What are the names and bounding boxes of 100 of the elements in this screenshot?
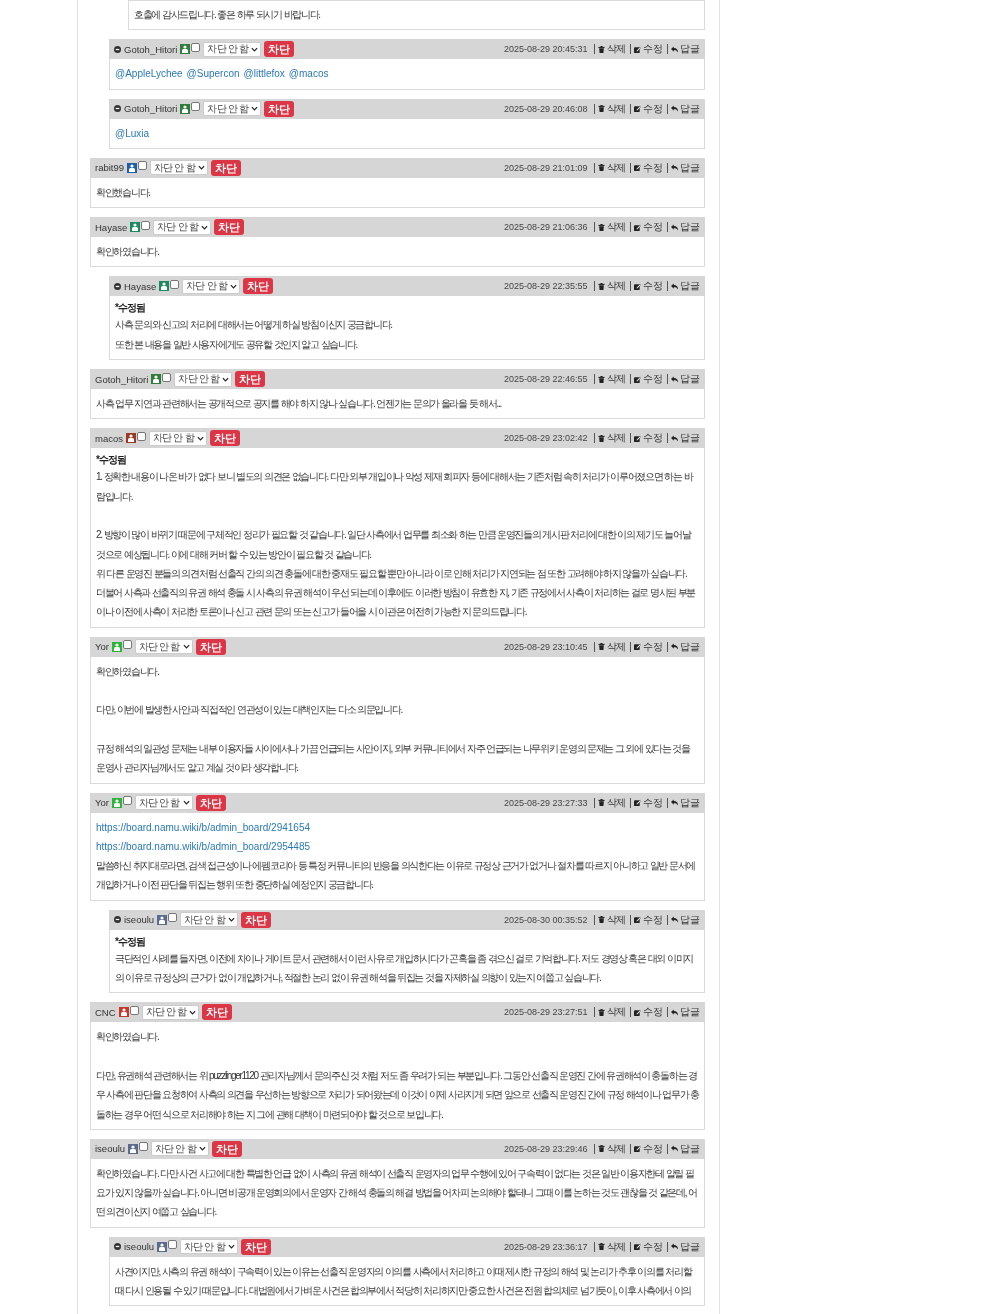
reply-button[interactable]: 답글 <box>667 1143 701 1154</box>
block-select[interactable]: 차단 안 함 <box>182 279 240 294</box>
checkbox[interactable] <box>137 431 146 441</box>
mention-link[interactable]: @Supercon <box>186 64 240 84</box>
delete-button[interactable]: 삭제 <box>593 103 628 114</box>
mention-link[interactable]: @AppleLychee <box>115 64 183 84</box>
edit-button[interactable]: 수정 <box>630 103 665 114</box>
edit-button[interactable]: 수정 <box>630 222 665 233</box>
delete-button[interactable]: 삭제 <box>593 433 628 444</box>
username[interactable]: iseoulu <box>124 914 155 926</box>
edit-button[interactable]: 수정 <box>630 162 665 173</box>
reply-button[interactable]: 답글 <box>667 281 701 292</box>
edit-button[interactable]: 수정 <box>630 797 665 808</box>
block-button[interactable]: 차단 <box>209 430 240 447</box>
block-select[interactable]: 차단 안 함 <box>180 1239 238 1255</box>
edit-button[interactable]: 수정 <box>630 1007 665 1018</box>
block-button[interactable]: 차단 <box>240 1238 271 1255</box>
block-button[interactable]: 차단 <box>195 638 226 655</box>
block-button[interactable]: 차단 <box>210 159 241 176</box>
username[interactable]: Gotoh_Hitori <box>124 43 178 55</box>
checkbox[interactable] <box>138 161 148 171</box>
block-button[interactable]: 차단 <box>240 911 271 928</box>
block-select[interactable]: 차단 안 함 <box>203 41 262 57</box>
edit-button[interactable]: 수정 <box>630 641 665 652</box>
checkbox[interactable] <box>168 1240 178 1250</box>
reply-button[interactable]: 답글 <box>667 44 701 55</box>
block-button[interactable]: 차단 <box>214 219 244 236</box>
block-select[interactable]: 차단 안 함 <box>149 430 207 446</box>
reply-button[interactable]: 답글 <box>667 374 701 385</box>
checkbox[interactable] <box>168 913 178 923</box>
username[interactable]: iseoulu <box>124 1241 155 1253</box>
reply-button[interactable]: 답글 <box>667 641 701 652</box>
reply-button[interactable]: 답글 <box>667 797 701 808</box>
username[interactable]: Yor <box>95 641 109 653</box>
block-select[interactable]: 차단 안 함 <box>151 1141 209 1157</box>
checkbox[interactable] <box>191 42 201 52</box>
edit-button[interactable]: 수정 <box>630 914 665 925</box>
delete-button[interactable]: 삭제 <box>593 1007 628 1018</box>
delete-button[interactable]: 삭제 <box>593 1241 628 1252</box>
edit-button[interactable]: 수정 <box>630 44 665 55</box>
edit-button[interactable]: 수정 <box>630 1143 665 1154</box>
edit-button[interactable]: 수정 <box>630 374 665 385</box>
username[interactable]: macos <box>95 432 123 444</box>
reply-button[interactable]: 답글 <box>667 914 701 925</box>
mention-link[interactable]: @Luxia <box>115 123 150 143</box>
username[interactable]: CNC <box>95 1006 116 1018</box>
delete-button[interactable]: 삭제 <box>593 641 628 652</box>
username[interactable]: Hayase <box>95 221 128 233</box>
username[interactable]: Yor <box>95 797 109 809</box>
mention-link[interactable]: @littlefox <box>243 64 285 84</box>
username[interactable]: Gotoh_Hitori <box>95 373 149 385</box>
block-button[interactable]: 차단 <box>235 371 266 388</box>
delete-button[interactable]: 삭제 <box>593 222 628 233</box>
username[interactable]: Gotoh_Hitori <box>124 103 178 115</box>
checkbox[interactable] <box>122 640 132 650</box>
block-button[interactable]: 차단 <box>264 41 295 58</box>
reply-button[interactable]: 답글 <box>667 1007 701 1018</box>
block-select[interactable]: 차단 안 함 <box>141 1004 200 1020</box>
block-select[interactable]: 차단 안 함 <box>174 371 233 387</box>
checkbox[interactable] <box>139 1142 149 1152</box>
edit-button[interactable]: 수정 <box>630 1241 665 1252</box>
block-select[interactable]: 차단 안 함 <box>153 219 211 235</box>
block-select[interactable]: 차단 안 함 <box>134 639 193 655</box>
reply-button[interactable]: 답글 <box>667 162 701 173</box>
delete-button[interactable]: 삭제 <box>593 914 628 925</box>
checkbox[interactable] <box>162 372 172 382</box>
checkbox[interactable] <box>122 796 132 806</box>
reply-button[interactable]: 답글 <box>667 433 701 444</box>
reply-button[interactable]: 답글 <box>667 1241 701 1252</box>
username[interactable]: rabit99 <box>95 162 125 174</box>
delete-button[interactable]: 삭제 <box>593 44 628 55</box>
block-button[interactable]: 차단 <box>195 794 226 811</box>
reply-icon <box>671 1243 679 1251</box>
url-link[interactable]: https://board.namu.wiki/b/admin_board/2941654 <box>96 817 311 837</box>
delete-button[interactable]: 삭제 <box>593 162 628 173</box>
checkbox[interactable] <box>170 280 180 289</box>
edit-button[interactable]: 수정 <box>630 281 665 292</box>
block-button[interactable]: 차단 <box>202 1004 233 1021</box>
block-button[interactable]: 차단 <box>243 278 273 295</box>
reply-icon <box>671 643 679 651</box>
block-select[interactable]: 차단 안 함 <box>203 101 262 117</box>
block-button[interactable]: 차단 <box>264 100 295 117</box>
block-select[interactable]: 차단 안 함 <box>150 160 208 176</box>
block-button[interactable]: 차단 <box>211 1140 242 1157</box>
checkbox[interactable] <box>141 220 151 230</box>
reply-button[interactable]: 답글 <box>667 222 701 233</box>
delete-button[interactable]: 삭제 <box>593 374 628 385</box>
reply-button[interactable]: 답글 <box>667 103 701 114</box>
username[interactable]: Hayase <box>124 281 157 292</box>
edit-button[interactable]: 수정 <box>630 433 665 444</box>
username[interactable]: iseoulu <box>95 1143 126 1155</box>
delete-button[interactable]: 삭제 <box>593 1143 628 1154</box>
delete-button[interactable]: 삭제 <box>593 281 628 292</box>
mention-link[interactable]: @macos <box>288 64 329 84</box>
url-link[interactable]: https://board.namu.wiki/b/admin_board/2954485 <box>96 836 311 857</box>
block-select[interactable]: 차단 안 함 <box>180 912 238 928</box>
checkbox[interactable] <box>129 1005 139 1015</box>
block-select[interactable]: 차단 안 함 <box>134 795 193 811</box>
delete-button[interactable]: 삭제 <box>593 797 628 808</box>
checkbox[interactable] <box>191 102 201 112</box>
